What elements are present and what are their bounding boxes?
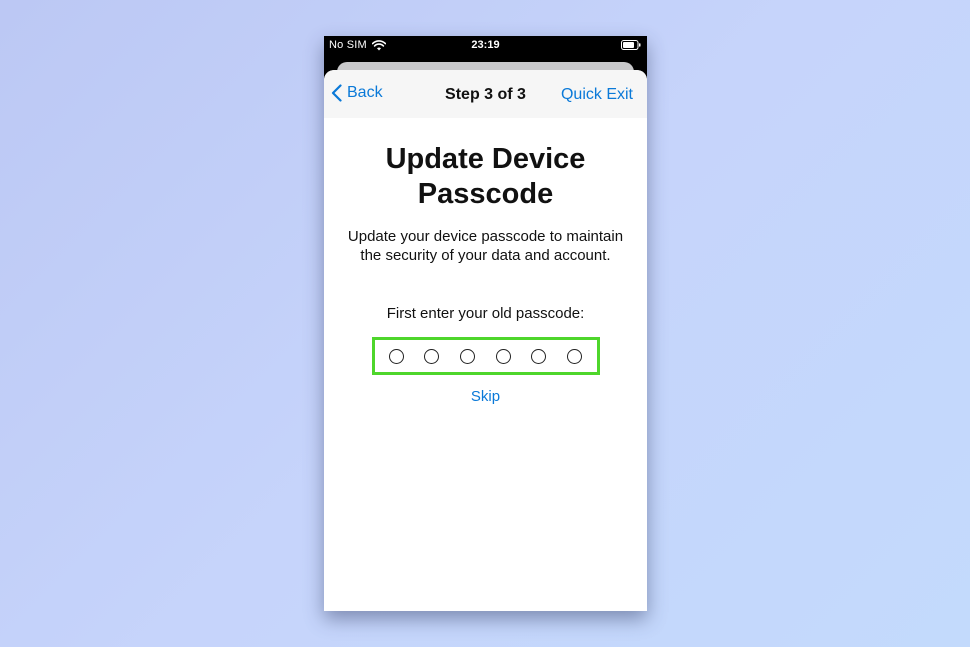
passcode-dot xyxy=(531,348,547,364)
phone-screen: No SIM 23:19 Back Step 3 of 3 Quick Exit xyxy=(324,36,647,611)
passcode-dot xyxy=(567,348,583,364)
main-content: Update Device Passcode Update your devic… xyxy=(324,118,647,406)
passcode-input[interactable] xyxy=(371,337,600,375)
quick-exit-button[interactable]: Quick Exit xyxy=(561,86,633,104)
modal-sheet: Back Step 3 of 3 Quick Exit Update Devic… xyxy=(324,70,647,611)
passcode-dot xyxy=(460,348,476,364)
passcode-dot xyxy=(424,348,440,364)
passcode-dot xyxy=(495,348,511,364)
page-title: Update Device Passcode xyxy=(385,143,586,210)
skip-button[interactable]: Skip xyxy=(471,388,500,405)
status-time: 23:19 xyxy=(471,39,500,51)
status-bar: No SIM 23:19 xyxy=(324,36,647,58)
passcode-prompt: First enter your old passcode: xyxy=(386,305,585,322)
navigation-bar: Back Step 3 of 3 Quick Exit xyxy=(324,70,647,118)
passcode-dot xyxy=(388,348,404,364)
battery-icon xyxy=(621,40,641,50)
description-text: Update your device passcode to maintain … xyxy=(347,228,624,264)
